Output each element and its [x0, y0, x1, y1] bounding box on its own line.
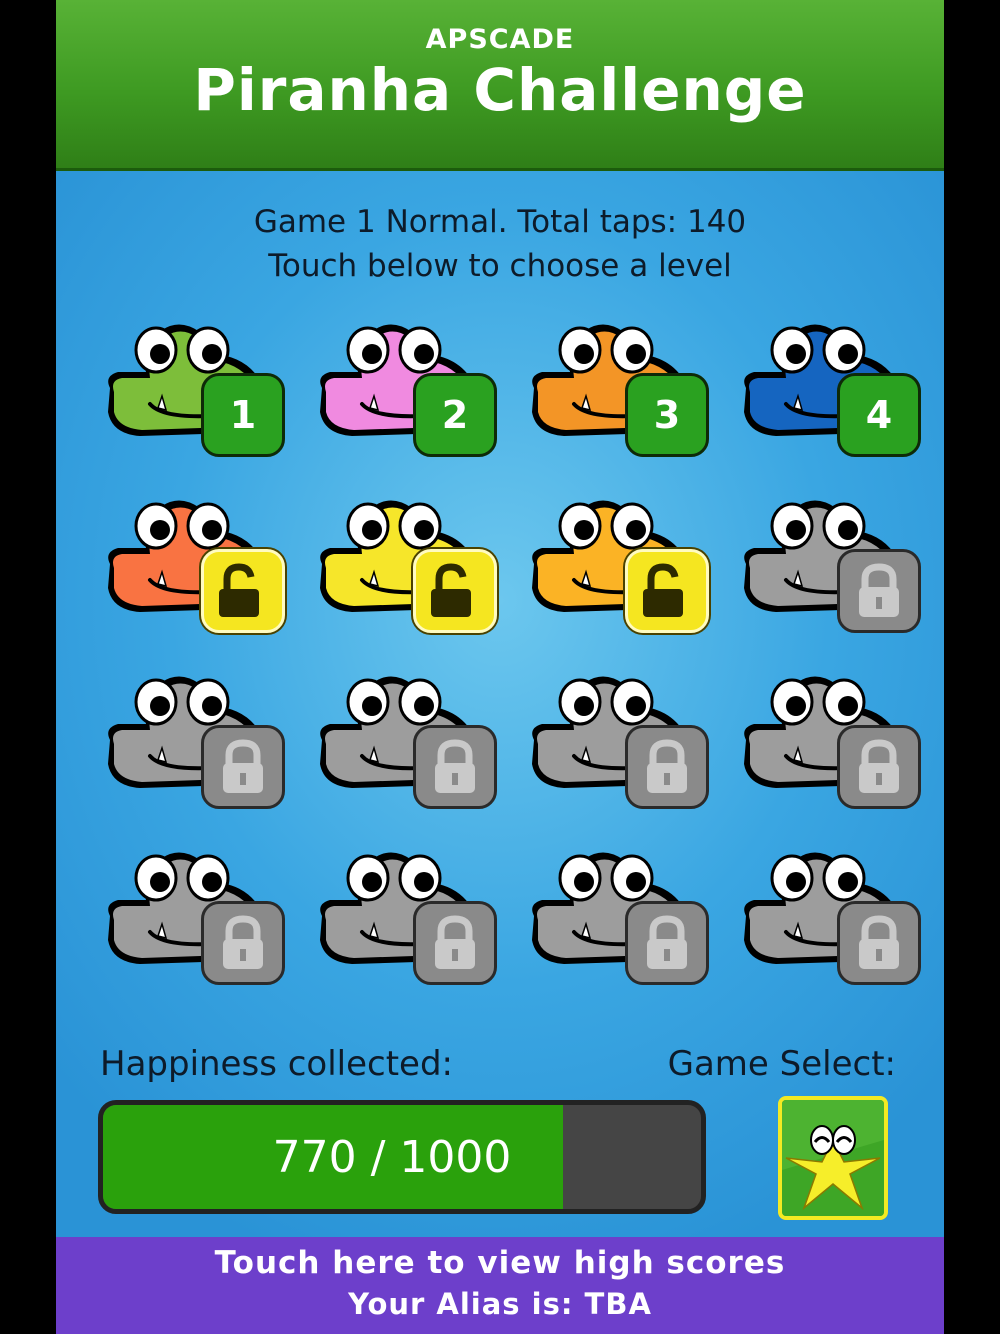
happiness-label: Happiness collected:: [100, 1044, 453, 1084]
unlocked-padlock-icon: [219, 563, 259, 617]
level-button[interactable]: [312, 840, 502, 990]
happiness-progress-text: 770 / 1000: [272, 1131, 512, 1183]
game-info: Game 1 Normal. Total taps: 140 Touch bel…: [56, 200, 944, 288]
level-number-badge: 4: [837, 373, 921, 457]
level-button[interactable]: [100, 488, 290, 638]
level-button[interactable]: [736, 840, 926, 990]
padlock-icon: [647, 915, 687, 969]
level-button[interactable]: [100, 664, 290, 814]
brand-label: APSCADE: [425, 24, 575, 55]
level-button[interactable]: [524, 840, 714, 990]
padlock-icon: [859, 915, 899, 969]
padlock-icon: [435, 915, 475, 969]
unlocked-padlock-icon: [643, 563, 683, 617]
unlocked-badge: [413, 549, 497, 633]
high-scores-button[interactable]: Touch here to view high scores Your Alia…: [56, 1237, 944, 1334]
left-letterbox: [0, 0, 56, 1334]
level-button[interactable]: 4: [736, 312, 926, 462]
locked-badge: [413, 725, 497, 809]
level-number-badge: 2: [413, 373, 497, 457]
level-button[interactable]: [736, 664, 926, 814]
level-button[interactable]: [312, 664, 502, 814]
locked-badge: [201, 901, 285, 985]
starfish-icon: [782, 1100, 884, 1216]
locked-badge: [413, 901, 497, 985]
level-number-badge: 3: [625, 373, 709, 457]
high-scores-text: Touch here to view high scores: [214, 1245, 786, 1281]
game-select-label: Game Select:: [667, 1044, 896, 1084]
level-button[interactable]: [736, 488, 926, 638]
padlock-icon: [435, 739, 475, 793]
game-select-button[interactable]: [778, 1096, 888, 1220]
locked-badge: [837, 549, 921, 633]
level-button[interactable]: 2: [312, 312, 502, 462]
level-button[interactable]: [312, 488, 502, 638]
padlock-icon: [859, 563, 899, 617]
padlock-icon: [647, 739, 687, 793]
game-title: Piranha Challenge: [193, 56, 807, 124]
padlock-icon: [223, 915, 263, 969]
level-button[interactable]: [524, 488, 714, 638]
alias-text: Your Alias is: TBA: [348, 1287, 652, 1321]
level-button[interactable]: 1: [100, 312, 290, 462]
right-letterbox: [944, 0, 1000, 1334]
unlocked-badge: [625, 549, 709, 633]
level-button[interactable]: 3: [524, 312, 714, 462]
level-number-badge: 1: [201, 373, 285, 457]
game-status-text: Game 1 Normal. Total taps: 140: [253, 204, 747, 240]
game-screen: APSCADE Piranha Challenge Game 1 Normal.…: [56, 0, 944, 1334]
level-button[interactable]: [100, 840, 290, 990]
locked-badge: [837, 901, 921, 985]
unlocked-padlock-icon: [431, 563, 471, 617]
level-button[interactable]: [524, 664, 714, 814]
locked-badge: [837, 725, 921, 809]
locked-badge: [625, 725, 709, 809]
padlock-icon: [859, 739, 899, 793]
padlock-icon: [223, 739, 263, 793]
locked-badge: [201, 725, 285, 809]
instruction-text: Touch below to choose a level: [268, 248, 732, 284]
happiness-progress-bar: 770 / 1000: [98, 1100, 706, 1214]
locked-badge: [625, 901, 709, 985]
header-bar: APSCADE Piranha Challenge: [56, 0, 944, 171]
unlocked-badge: [201, 549, 285, 633]
